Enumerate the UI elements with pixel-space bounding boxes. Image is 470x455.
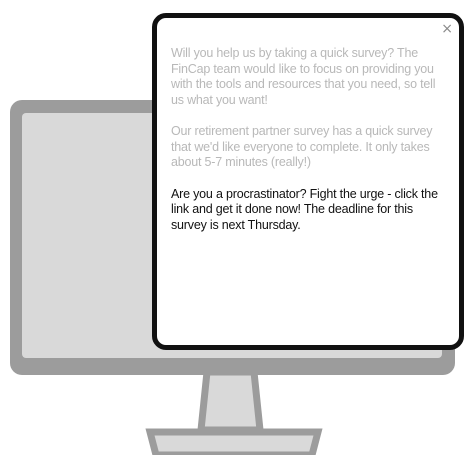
survey-info-paragraph: Our retirement partner survey has a quic… <box>171 124 433 169</box>
survey-popup: × Will you help us by taking a quick sur… <box>152 13 464 350</box>
close-icon[interactable]: × <box>441 22 453 36</box>
deadline-paragraph: Are you a procrastinator? Fight the urge… <box>171 186 438 232</box>
intro-paragraph: Will you help us by taking a quick surve… <box>171 46 436 107</box>
monitor-base <box>145 428 323 455</box>
stage: × Will you help us by taking a quick sur… <box>0 0 470 455</box>
monitor-neck <box>197 368 264 434</box>
